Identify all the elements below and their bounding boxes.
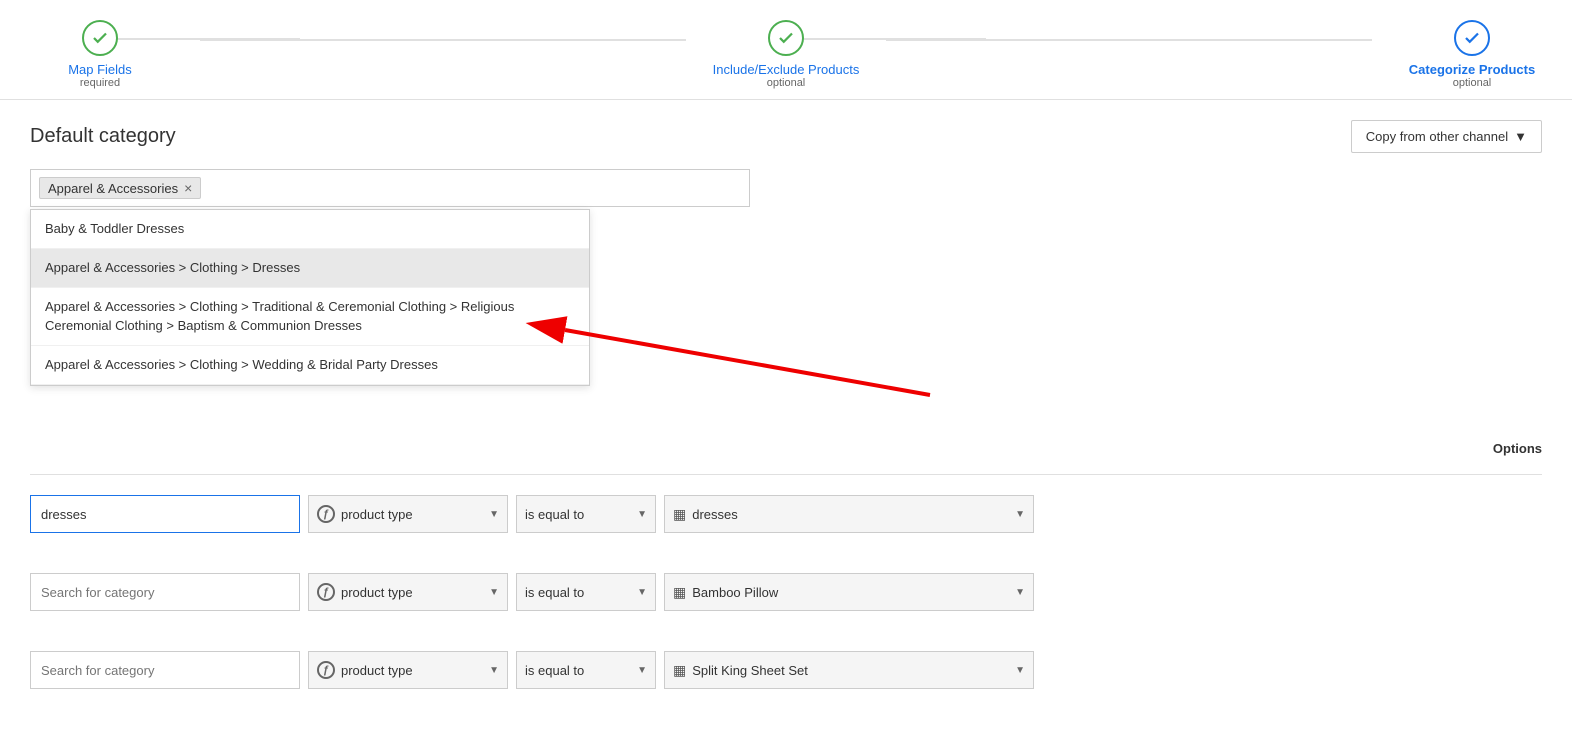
category-tag-close[interactable]: × bbox=[184, 180, 192, 196]
dropdown-item-label-2: Apparel & Accessories > Clothing > Tradi… bbox=[45, 299, 514, 332]
value-select-1[interactable]: ▦ dresses ▼ bbox=[664, 495, 1034, 533]
condition-label-3: is equal to bbox=[525, 663, 584, 678]
grid-icon-3: ▦ bbox=[673, 662, 686, 679]
rule-row-3: ƒ product type ▼ is equal to ▼ ▦ Split K… bbox=[30, 641, 1542, 699]
grid-icon-2: ▦ bbox=[673, 584, 686, 601]
rule-row-2: ƒ product type ▼ is equal to ▼ ▦ Bamboo … bbox=[30, 563, 1542, 621]
options-label: Options bbox=[30, 441, 1542, 456]
step-sub-categorize: optional bbox=[1409, 77, 1535, 89]
f-icon-1: ƒ bbox=[317, 505, 335, 523]
step-circle-map-fields bbox=[82, 20, 118, 56]
step-circle-include-exclude bbox=[768, 20, 804, 56]
value-select-2[interactable]: ▦ Bamboo Pillow ▼ bbox=[664, 573, 1034, 611]
category-search-2[interactable] bbox=[30, 573, 300, 611]
category-search-3[interactable] bbox=[30, 651, 300, 689]
step-name-categorize: Categorize Products bbox=[1409, 62, 1535, 77]
dropdown-item-0[interactable]: Baby & Toddler Dresses bbox=[31, 210, 589, 249]
chevron-down-icon-5: ▼ bbox=[637, 587, 647, 598]
condition-select-2[interactable]: is equal to ▼ bbox=[516, 573, 656, 611]
section-header: Default category Copy from other channel… bbox=[30, 120, 1542, 153]
dropdown-item-label-1: Apparel & Accessories > Clothing > Dress… bbox=[45, 260, 300, 275]
value-label-1: dresses bbox=[692, 507, 738, 522]
dropdown-item-label-3: Apparel & Accessories > Clothing > Weddi… bbox=[45, 357, 438, 372]
step-categorize[interactable]: Categorize Products optional bbox=[1372, 20, 1572, 89]
field-type-label-2: product type bbox=[341, 585, 413, 600]
condition-label-1: is equal to bbox=[525, 507, 584, 522]
dropdown-item-1[interactable]: Apparel & Accessories > Clothing > Dress… bbox=[31, 249, 589, 288]
condition-label-2: is equal to bbox=[525, 585, 584, 600]
default-category-input[interactable]: Apparel & Accessories × bbox=[30, 169, 750, 207]
condition-select-3[interactable]: is equal to ▼ bbox=[516, 651, 656, 689]
chevron-down-icon-3: ▼ bbox=[1015, 509, 1025, 520]
section-title: Default category bbox=[30, 125, 176, 148]
f-icon-2: ƒ bbox=[317, 583, 335, 601]
chevron-down-icon: ▼ bbox=[1514, 129, 1527, 144]
value-label-2: Bamboo Pillow bbox=[692, 585, 778, 600]
options-row: Options bbox=[30, 437, 1542, 464]
field-type-label-1: product type bbox=[341, 507, 413, 522]
divider bbox=[30, 474, 1542, 475]
progress-bar: Map Fields required Include/Exclude Prod… bbox=[0, 0, 1572, 100]
chevron-down-icon-8: ▼ bbox=[637, 665, 647, 676]
rule-row-1: ƒ product type ▼ is equal to ▼ ▦ dresses… bbox=[30, 485, 1542, 543]
copy-from-channel-button[interactable]: Copy from other channel ▼ bbox=[1351, 120, 1542, 153]
step-sub-map-fields: required bbox=[68, 77, 132, 89]
condition-select-1[interactable]: is equal to ▼ bbox=[516, 495, 656, 533]
chevron-down-icon-2: ▼ bbox=[637, 509, 647, 520]
chevron-down-icon-4: ▼ bbox=[489, 587, 499, 598]
dropdown-list: Baby & Toddler Dresses Apparel & Accesso… bbox=[30, 209, 590, 386]
main-content: Default category Copy from other channel… bbox=[0, 100, 1572, 739]
step-sub-include-exclude: optional bbox=[713, 77, 860, 89]
value-label-3: Split King Sheet Set bbox=[692, 663, 808, 678]
category-search-1[interactable] bbox=[30, 495, 300, 533]
step-include-exclude[interactable]: Include/Exclude Products optional bbox=[686, 20, 886, 89]
field-type-select-3[interactable]: ƒ product type ▼ bbox=[308, 651, 508, 689]
chevron-down-icon-9: ▼ bbox=[1015, 665, 1025, 676]
copy-button-label: Copy from other channel bbox=[1366, 129, 1508, 144]
grid-icon-1: ▦ bbox=[673, 506, 686, 523]
field-type-select-1[interactable]: ƒ product type ▼ bbox=[308, 495, 508, 533]
dropdown-item-2[interactable]: Apparel & Accessories > Clothing > Tradi… bbox=[31, 288, 589, 345]
value-select-3[interactable]: ▦ Split King Sheet Set ▼ bbox=[664, 651, 1034, 689]
step-name-map-fields: Map Fields bbox=[68, 62, 132, 77]
step-map-fields[interactable]: Map Fields required bbox=[0, 20, 200, 89]
category-tag-label: Apparel & Accessories bbox=[48, 181, 178, 196]
chevron-down-icon-6: ▼ bbox=[1015, 587, 1025, 598]
chevron-down-icon-7: ▼ bbox=[489, 665, 499, 676]
field-type-label-3: product type bbox=[341, 663, 413, 678]
category-tag: Apparel & Accessories × bbox=[39, 177, 201, 199]
f-icon-3: ƒ bbox=[317, 661, 335, 679]
field-type-select-2[interactable]: ƒ product type ▼ bbox=[308, 573, 508, 611]
dropdown-item-label-0: Baby & Toddler Dresses bbox=[45, 221, 184, 236]
step-name-include-exclude: Include/Exclude Products bbox=[713, 62, 860, 77]
dropdown-item-3[interactable]: Apparel & Accessories > Clothing > Weddi… bbox=[31, 346, 589, 385]
chevron-down-icon-1: ▼ bbox=[489, 509, 499, 520]
step-circle-categorize bbox=[1454, 20, 1490, 56]
